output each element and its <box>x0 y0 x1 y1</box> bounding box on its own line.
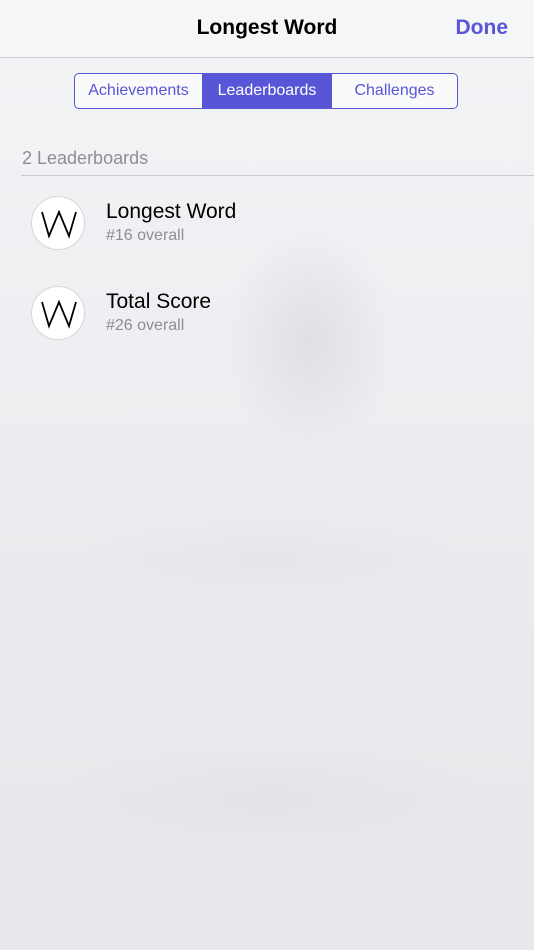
leaderboard-rank: #26 overall <box>106 317 185 334</box>
tab-leaderboards[interactable]: Leaderboards <box>202 74 331 108</box>
w-app-icon <box>31 196 85 250</box>
section-header: 2 Leaderboards <box>22 148 149 168</box>
leaderboard-row-longest-word[interactable]: Longest Word #16 overall <box>0 196 534 276</box>
leaderboard-rank: #16 overall <box>106 227 185 244</box>
leaderboard-title: Longest Word <box>106 200 237 223</box>
blurred-background <box>0 0 534 950</box>
segmented-control: Achievements Leaderboards Challenges <box>74 73 458 109</box>
navigation-bar: Longest Word Done <box>0 0 534 58</box>
tab-challenges[interactable]: Challenges <box>331 74 457 108</box>
leaderboard-row-total-score[interactable]: Total Score #26 overall <box>0 286 534 366</box>
tab-achievements[interactable]: Achievements <box>75 74 202 108</box>
leaderboard-title: Total Score <box>106 290 212 313</box>
done-button[interactable]: Done <box>456 16 509 40</box>
w-app-icon <box>31 286 85 340</box>
page-title: Longest Word <box>196 16 338 39</box>
section-divider <box>21 175 534 176</box>
